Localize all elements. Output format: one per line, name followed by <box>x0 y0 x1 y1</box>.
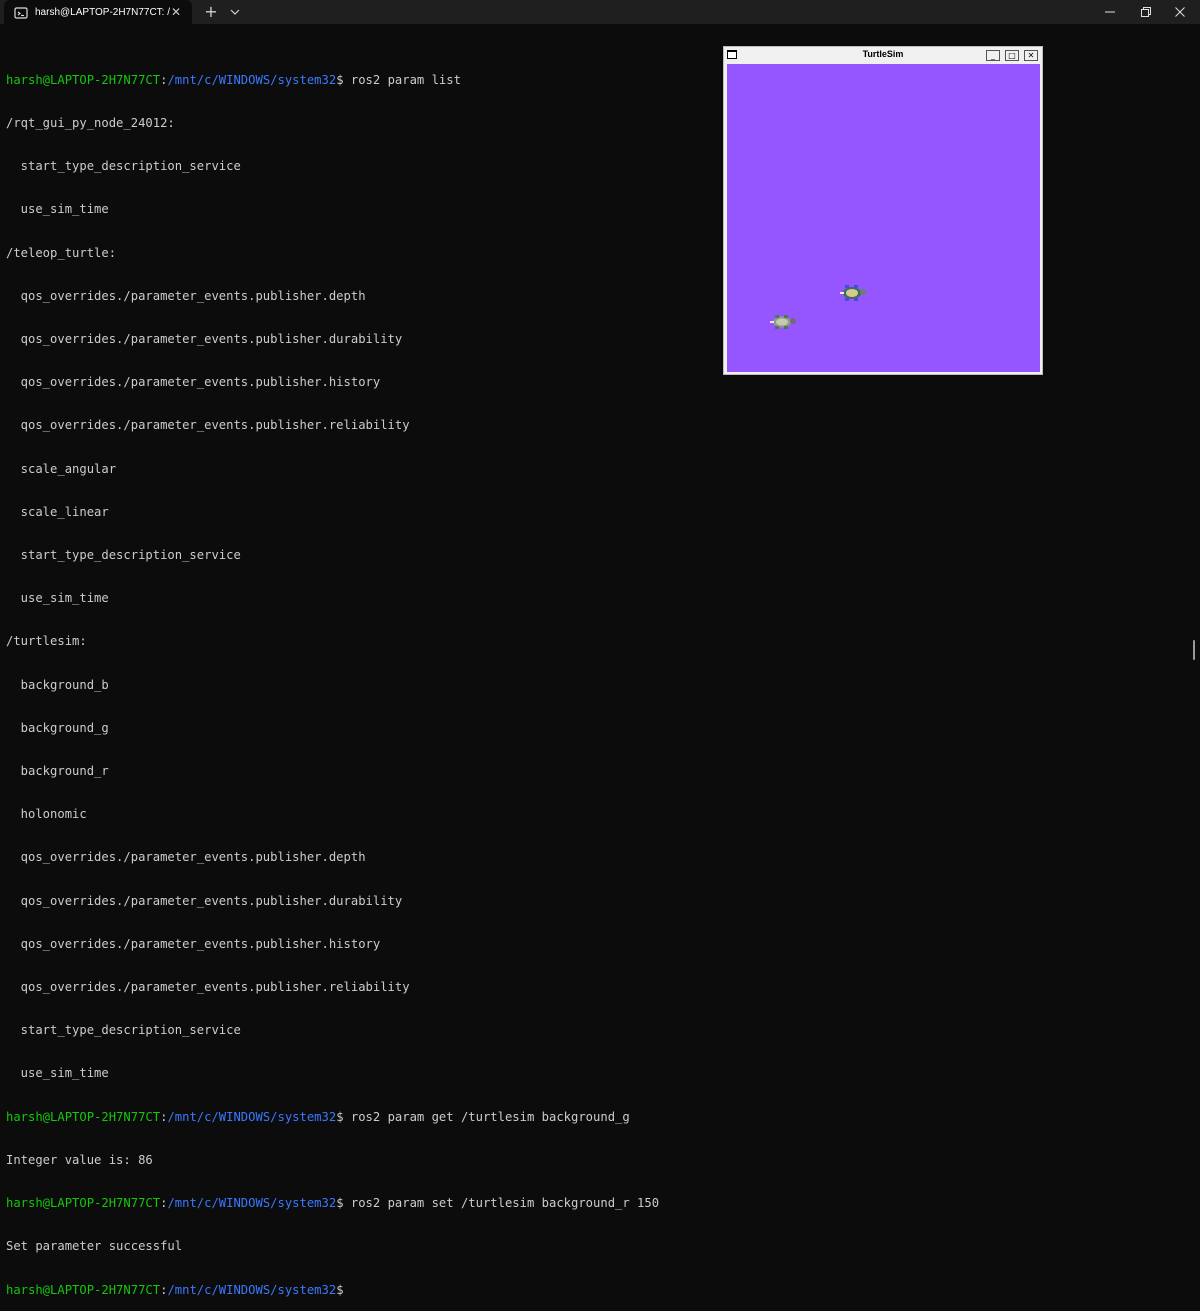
terminal-icon <box>14 5 28 19</box>
tab-title: harsh@LAPTOP-2H7N77CT: /r <box>35 6 170 18</box>
command-text: ros2 param set /turtlesim background_r 1… <box>343 1196 660 1211</box>
output-line: background_b <box>6 677 109 692</box>
turtlesim-titlebar[interactable]: TurtleSim _ □ ✕ <box>724 47 1042 64</box>
tab-bar: harsh@LAPTOP-2H7N77CT: /r ✕ + <box>0 0 1200 24</box>
output-line: qos_overrides./parameter_events.publishe… <box>6 936 381 951</box>
output-line: start_type_description_service <box>6 1023 241 1038</box>
output-line: qos_overrides./parameter_events.publishe… <box>6 418 410 433</box>
output-line: Set parameter successful <box>6 1239 183 1254</box>
new-tab-button[interactable]: + <box>200 2 222 22</box>
output-line: background_g <box>6 720 109 735</box>
prompt-separator: : <box>160 1196 168 1211</box>
output-line: scale_angular <box>6 461 117 476</box>
turtlesim-canvas <box>727 64 1040 372</box>
prompt-dollar: $ <box>336 1109 344 1124</box>
output-line: start_type_description_service <box>6 548 241 563</box>
output-line: background_r <box>6 764 109 779</box>
close-icon[interactable]: ✕ <box>1024 50 1038 61</box>
chevron-down-icon[interactable] <box>226 2 244 22</box>
prompt-dollar: $ <box>336 1282 344 1297</box>
prompt-separator: : <box>160 1282 168 1297</box>
command-text: ros2 param list <box>343 72 461 87</box>
prompt-path: /mnt/c/WINDOWS/system32 <box>167 72 337 87</box>
command-line[interactable]: harsh@LAPTOP-2H7N77CT:/mnt/c/WINDOWS/sys… <box>6 1283 1186 1297</box>
prompt-separator: : <box>160 1109 168 1124</box>
turtle-icon <box>768 312 798 336</box>
turtle-icon <box>838 283 868 307</box>
prompt-dollar: $ <box>336 1196 344 1211</box>
command-text: ros2 param get /turtlesim background_g <box>343 1109 630 1124</box>
prompt-path: /mnt/c/WINDOWS/system32 <box>167 1282 337 1297</box>
turtlesim-window[interactable]: TurtleSim _ □ ✕ <box>723 46 1043 375</box>
prompt-user-host: harsh@LAPTOP-2H7N77CT <box>6 1109 161 1124</box>
prompt-user-host: harsh@LAPTOP-2H7N77CT <box>6 1282 161 1297</box>
prompt-user-host: harsh@LAPTOP-2H7N77CT <box>6 1196 161 1211</box>
tab-close-icon[interactable]: ✕ <box>168 4 184 20</box>
prompt-dollar: $ <box>336 72 344 87</box>
close-icon[interactable] <box>1160 0 1200 24</box>
minimize-icon[interactable] <box>1090 0 1130 24</box>
prompt-path: /mnt/c/WINDOWS/system32 <box>167 1109 337 1124</box>
maximize-icon[interactable]: □ <box>1005 50 1019 61</box>
output-line: qos_overrides./parameter_events.publishe… <box>6 375 381 390</box>
prompt-path: /mnt/c/WINDOWS/system32 <box>167 1196 337 1211</box>
output-line: holonomic <box>6 807 87 822</box>
output-line: scale_linear <box>6 504 109 519</box>
output-line: use_sim_time <box>6 591 109 606</box>
command-line: harsh@LAPTOP-2H7N77CT:/mnt/c/WINDOWS/sys… <box>6 1110 1186 1124</box>
output-line: Integer value is: 86 <box>6 1152 153 1167</box>
prompt-user-host: harsh@LAPTOP-2H7N77CT <box>6 72 161 87</box>
command-line: harsh@LAPTOP-2H7N77CT:/mnt/c/WINDOWS/sys… <box>6 1196 1186 1210</box>
output-line: use_sim_time <box>6 1066 109 1081</box>
output-line: qos_overrides./parameter_events.publishe… <box>6 850 366 865</box>
output-line: qos_overrides./parameter_events.publishe… <box>6 893 403 908</box>
minimize-icon[interactable]: _ <box>986 50 1000 61</box>
scrollbar-thumb[interactable] <box>1193 640 1195 660</box>
output-line: /turtlesim: <box>6 634 87 649</box>
terminal-tab[interactable]: harsh@LAPTOP-2H7N77CT: /r ✕ <box>4 0 192 24</box>
output-line: qos_overrides./parameter_events.publishe… <box>6 980 410 995</box>
